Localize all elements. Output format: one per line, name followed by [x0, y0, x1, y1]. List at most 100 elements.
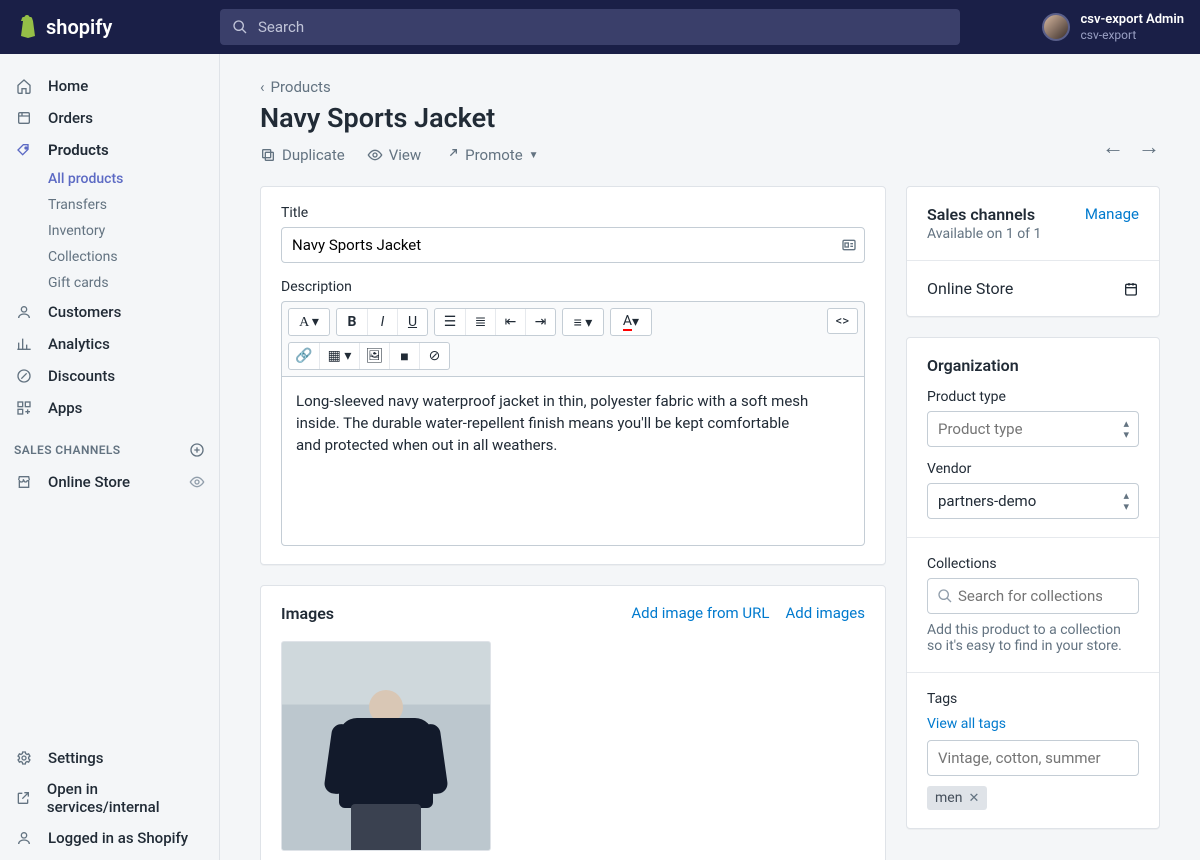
discounts-icon	[14, 366, 34, 386]
nav-customers[interactable]: Customers	[0, 296, 219, 328]
search-input[interactable]	[258, 18, 948, 36]
organization-card: Organization Product type ▴▾ Vendor ▴▾	[906, 337, 1160, 829]
avatar	[1042, 13, 1070, 41]
global-search[interactable]	[220, 9, 960, 45]
promote-button[interactable]: Promote ▼	[443, 146, 538, 164]
duplicate-icon	[260, 147, 276, 163]
channel-name: Online Store	[927, 279, 1013, 298]
nav-collections[interactable]: Collections	[48, 244, 219, 270]
vendor-select[interactable]	[927, 483, 1139, 519]
images-card: Images Add image from URL Add images	[260, 585, 886, 860]
view-all-tags-button[interactable]: View all tags	[927, 716, 1006, 732]
chevron-updown-icon: ▴▾	[1123, 490, 1129, 512]
remove-tag-button[interactable]: ✕	[968, 791, 979, 806]
description-editor[interactable]: Long-sleeved navy waterproof jacket in t…	[281, 376, 865, 546]
rte-align-button[interactable]: ≡ ▾	[563, 309, 603, 335]
user-store: csv-export	[1080, 28, 1184, 42]
rte-underline-button[interactable]: U	[397, 309, 427, 335]
organization-title: Organization	[927, 356, 1139, 375]
rte-html-button[interactable]: <>	[827, 308, 858, 334]
orders-icon	[14, 108, 34, 128]
product-type-select[interactable]	[927, 411, 1139, 447]
eye-icon[interactable]	[189, 474, 205, 490]
prev-product-button[interactable]: ←	[1102, 134, 1124, 160]
rte-table-button[interactable]: ▦ ▾	[319, 343, 359, 369]
eye-icon	[367, 147, 383, 163]
rte-bullets-button[interactable]: ☰	[435, 309, 465, 335]
promote-icon	[443, 147, 459, 163]
rte-clear-button[interactable]: ⊘	[419, 343, 449, 369]
shopify-bag-icon	[16, 15, 40, 39]
nav-apps[interactable]: Apps	[0, 392, 219, 424]
rte-font-button[interactable]: A ▾	[289, 309, 329, 335]
title-input[interactable]	[281, 227, 865, 263]
collections-label: Collections	[927, 556, 1139, 572]
nav-products[interactable]: Products	[0, 134, 219, 166]
rte-italic-button[interactable]: I	[367, 309, 397, 335]
nav-gift-cards[interactable]: Gift cards	[48, 270, 219, 296]
external-link-icon	[14, 788, 33, 808]
duplicate-button[interactable]: Duplicate	[260, 146, 345, 164]
description-label: Description	[281, 279, 865, 295]
nav-all-products[interactable]: All products	[48, 166, 219, 192]
sales-channels-card: Sales channels Available on 1 of 1 Manag…	[906, 186, 1160, 317]
collections-search-input[interactable]	[927, 578, 1139, 614]
tags-input[interactable]	[927, 740, 1139, 776]
user-menu[interactable]: csv-export Admin csv-export	[1002, 12, 1184, 42]
nav-transfers[interactable]: Transfers	[48, 192, 219, 218]
title-label: Title	[281, 205, 865, 221]
main-content: ← → ‹ Products Navy Sports Jacket Duplic…	[220, 54, 1200, 860]
nav-settings[interactable]: Settings	[0, 742, 219, 774]
nav-logged-in-as[interactable]: Logged in as Shopify	[0, 822, 219, 854]
sales-channels-subtitle: Available on 1 of 1	[927, 226, 1041, 242]
rte-image-button[interactable]: 🖼	[359, 343, 389, 369]
id-card-icon[interactable]	[841, 237, 857, 253]
nav-online-store[interactable]: Online Store	[0, 466, 219, 498]
chevron-left-icon: ‹	[260, 78, 265, 96]
person-icon	[14, 828, 34, 848]
add-image-url-button[interactable]: Add image from URL	[631, 604, 769, 622]
search-icon	[937, 588, 953, 604]
customers-icon	[14, 302, 34, 322]
search-icon	[232, 19, 248, 35]
product-image-thumb[interactable]	[281, 641, 491, 851]
nav-orders[interactable]: Orders	[0, 102, 219, 134]
rte-link-button[interactable]: 🔗	[289, 343, 319, 369]
rte-outdent-button[interactable]: ⇤	[495, 309, 525, 335]
store-icon	[14, 472, 34, 492]
rte-color-button[interactable]: A ▾	[611, 309, 651, 335]
rte-numbers-button[interactable]: ≣	[465, 309, 495, 335]
nav-open-internal[interactable]: Open in services/internal	[0, 774, 219, 822]
nav-home[interactable]: Home	[0, 70, 219, 102]
calendar-icon[interactable]	[1123, 281, 1139, 297]
nav-discounts[interactable]: Discounts	[0, 360, 219, 392]
tags-label: Tags	[927, 691, 1139, 707]
nav-products-sub: All products Transfers Inventory Collect…	[0, 166, 219, 296]
user-name: csv-export Admin	[1080, 12, 1184, 28]
topbar: shopify csv-export Admin csv-export	[0, 0, 1200, 54]
add-channel-icon[interactable]	[189, 442, 205, 458]
brand-logo[interactable]: shopify	[16, 15, 220, 39]
vendor-label: Vendor	[927, 461, 1139, 477]
nav-inventory[interactable]: Inventory	[48, 218, 219, 244]
rte-bold-button[interactable]: B	[337, 309, 367, 335]
view-button[interactable]: View	[367, 146, 421, 164]
rte-indent-button[interactable]: ⇥	[525, 309, 555, 335]
sales-channels-header: SALES CHANNELS	[0, 424, 219, 466]
sidebar: Home Orders Products All products Transf…	[0, 54, 220, 860]
sales-channels-title: Sales channels	[927, 205, 1041, 224]
chevron-down-icon: ▼	[529, 150, 539, 161]
manage-channels-button[interactable]: Manage	[1085, 205, 1139, 223]
home-icon	[14, 76, 34, 96]
breadcrumb[interactable]: ‹ Products	[260, 78, 1160, 96]
brand-name: shopify	[46, 15, 112, 39]
apps-icon	[14, 398, 34, 418]
next-product-button[interactable]: →	[1138, 134, 1160, 160]
jacket-photo	[326, 690, 446, 850]
add-images-button[interactable]: Add images	[785, 604, 865, 622]
nav-analytics[interactable]: Analytics	[0, 328, 219, 360]
pager-arrows: ← →	[1102, 134, 1160, 160]
rte-video-button[interactable]: ■	[389, 343, 419, 369]
products-icon	[14, 140, 34, 160]
tag-chip: men ✕	[927, 786, 987, 810]
